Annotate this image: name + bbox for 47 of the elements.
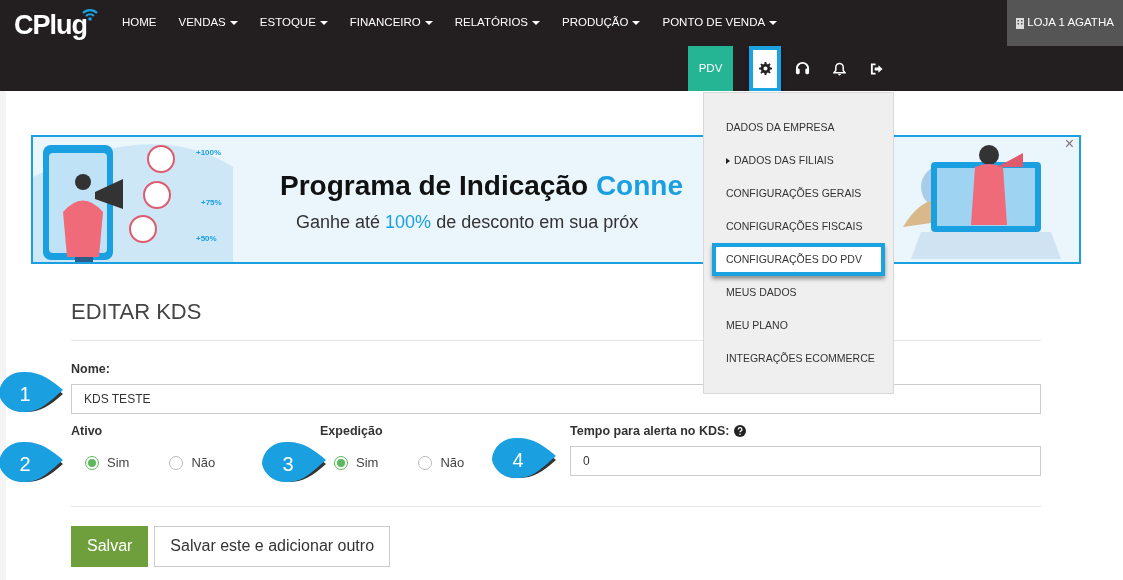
building-icon — [1016, 17, 1025, 29]
menu-item[interactable]: DADOS DAS FILIAIS — [704, 144, 893, 177]
nav-menu-item[interactable]: ESTOQUE — [248, 14, 339, 32]
menu-item[interactable]: MEUS DADOS — [704, 276, 893, 309]
radio-button[interactable] — [334, 455, 348, 470]
menu-item[interactable]: CONFIGURAÇÕES GERAIS — [704, 177, 893, 210]
field-label: Expedição — [320, 422, 384, 440]
banner-title: Programa de Indicação Conne — [280, 169, 683, 203]
badge-label: +75% — [201, 197, 222, 209]
radio-button[interactable] — [418, 455, 433, 470]
nav-menu-item[interactable]: VENDAS — [167, 14, 249, 32]
field-label: Nome: — [71, 361, 111, 378]
menu-item[interactable]: CONFIGURAÇÕES FISCAIS — [704, 210, 893, 243]
save-and-add-button[interactable]: Salvar este e adicionar outro — [154, 525, 391, 567]
help-icon[interactable] — [733, 425, 746, 438]
radio-button[interactable] — [85, 455, 99, 470]
field-label: Ativo — [71, 422, 104, 440]
store-button[interactable]: LOJA 1 AGATHA — [1007, 0, 1123, 46]
settings-button[interactable] — [749, 45, 781, 92]
bell-icon — [832, 61, 846, 76]
menu-item[interactable]: MEU PLANO — [704, 309, 893, 342]
nav-menu-item[interactable]: RELATÓRIOS — [443, 14, 552, 32]
radio-button[interactable] — [169, 455, 184, 470]
nav-menu-item[interactable]: HOME — [111, 14, 168, 32]
banner-subtitle: Ganhe até 100% de desconto em sua próx — [296, 211, 639, 234]
menu-item[interactable]: INTEGRAÇÕES ECOMMERCE — [704, 342, 893, 375]
nav-menu-item[interactable]: FINANCEIRO — [338, 14, 444, 32]
menu-item[interactable]: CONFIGURAÇÕES DO PDV — [712, 243, 885, 276]
radio-option[interactable]: Sim — [85, 452, 130, 473]
headset-icon — [794, 61, 810, 76]
nav-menu-item[interactable]: PRODUÇÃO — [551, 14, 652, 32]
radio-option[interactable]: Não — [418, 452, 465, 473]
settings-icon — [758, 62, 772, 75]
menu-item[interactable]: DADOS DA EMPRESA — [704, 111, 893, 144]
radio-option[interactable]: Não — [169, 452, 216, 473]
badge-label: +100% — [196, 147, 222, 159]
caret-icon — [726, 157, 730, 164]
logout-icon — [869, 62, 883, 75]
close-button[interactable]: × — [1061, 137, 1077, 154]
field-label: Tempo para alerta no KDS: — [570, 422, 730, 440]
radio-option[interactable]: Sim — [334, 452, 379, 473]
name-input[interactable]: KDS TESTE — [71, 383, 1041, 414]
page-title: EDITAR KDS — [71, 299, 202, 326]
alert-time-input[interactable]: 0 — [570, 445, 1041, 476]
nav-menu-item[interactable]: PONTO DE VENDA — [651, 14, 789, 32]
badge-label: +50% — [196, 233, 217, 245]
logo[interactable]: CPlug — [14, 7, 99, 39]
